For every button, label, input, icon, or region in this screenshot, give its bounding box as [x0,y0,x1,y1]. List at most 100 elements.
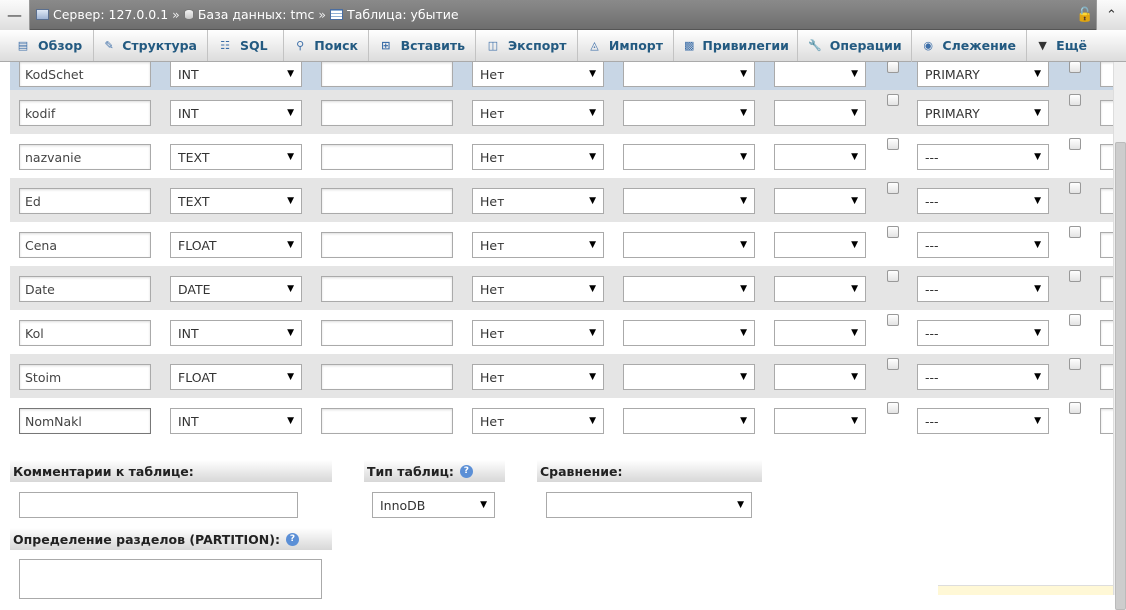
field-length-input[interactable] [321,232,453,258]
field-type-select[interactable]: INT ▼ [170,61,302,87]
field-auto-increment-checkbox[interactable] [1069,94,1081,106]
field-collation-select[interactable]: ▼ [623,276,755,302]
field-length-input[interactable] [321,364,453,390]
field-collation-select[interactable]: ▼ [623,144,755,170]
field-attributes-select[interactable]: ▼ [774,61,866,87]
field-name-input[interactable]: NomNakl [19,408,151,434]
field-default-select[interactable]: Нет ▼ [472,100,604,126]
field-null-checkbox[interactable] [887,61,899,73]
table-comment-input[interactable] [19,492,298,518]
field-length-input[interactable] [321,276,453,302]
field-name-input[interactable]: Kol [19,320,151,346]
field-attributes-select[interactable]: ▼ [774,144,866,170]
field-collation-select[interactable]: ▼ [623,61,755,87]
field-null-checkbox[interactable] [887,314,899,326]
field-default-select[interactable]: Нет ▼ [472,144,604,170]
breadcrumb-database[interactable]: База данных: tmc [198,7,315,22]
field-default-select[interactable]: Нет ▼ [472,61,604,87]
field-type-select[interactable]: TEXT ▼ [170,144,302,170]
field-auto-increment-checkbox[interactable] [1069,270,1081,282]
help-icon[interactable]: ? [285,532,299,546]
field-default-select[interactable]: Нет ▼ [472,320,604,346]
field-null-checkbox[interactable] [887,226,899,238]
field-default-select[interactable]: Нет ▼ [472,276,604,302]
field-null-checkbox[interactable] [887,94,899,106]
field-attributes-select[interactable]: ▼ [774,320,866,346]
field-type-select[interactable]: TEXT ▼ [170,188,302,214]
field-auto-increment-checkbox[interactable] [1069,138,1081,150]
tab-import[interactable]: ◬ Импорт [578,29,674,62]
field-name-input[interactable]: nazvanie [19,144,151,170]
field-type-select[interactable]: DATE ▼ [170,276,302,302]
field-length-input[interactable] [321,408,453,434]
field-name-input[interactable]: Date [19,276,151,302]
field-null-checkbox[interactable] [887,138,899,150]
field-null-checkbox[interactable] [887,182,899,194]
tab-more[interactable]: ▼ Ещё [1027,30,1097,62]
collapse-up-icon[interactable]: ⌃ [1096,0,1126,30]
field-index-select[interactable]: PRIMARY ▼ [917,100,1049,126]
navigation-toggle-icon[interactable]: — [0,0,30,30]
field-collation-select[interactable]: ▼ [623,320,755,346]
breadcrumb-table[interactable]: Таблица: убытие [347,7,459,22]
field-name-input[interactable]: Stoim [19,364,151,390]
help-icon[interactable]: ? [459,464,473,478]
tab-tracking[interactable]: ◉ Слежение [912,29,1027,62]
tab-operations[interactable]: 🔧 Операции [798,29,912,62]
field-auto-increment-checkbox[interactable] [1069,61,1081,73]
field-type-select[interactable]: FLOAT ▼ [170,232,302,258]
field-type-select[interactable]: FLOAT ▼ [170,364,302,390]
field-collation-select[interactable]: ▼ [623,100,755,126]
field-collation-select[interactable]: ▼ [623,188,755,214]
field-null-checkbox[interactable] [887,402,899,414]
field-name-input[interactable]: kodif [19,100,151,126]
field-name-input[interactable]: Cena [19,232,151,258]
tab-search[interactable]: ⚲ Поиск [284,29,369,62]
field-default-select[interactable]: Нет ▼ [472,408,604,434]
table-collation-select[interactable]: ▼ [546,492,752,518]
scrollbar-thumb[interactable] [1115,142,1126,610]
tab-sql[interactable]: ☷ SQL [208,29,284,62]
field-length-input[interactable] [321,100,453,126]
field-attributes-select[interactable]: ▼ [774,408,866,434]
field-null-checkbox[interactable] [887,358,899,370]
field-type-select[interactable]: INT ▼ [170,320,302,346]
field-name-input[interactable]: KodSchet [19,61,151,87]
field-auto-increment-checkbox[interactable] [1069,314,1081,326]
field-length-input[interactable] [321,188,453,214]
field-default-select[interactable]: Нет ▼ [472,232,604,258]
field-auto-increment-checkbox[interactable] [1069,358,1081,370]
field-collation-select[interactable]: ▼ [623,364,755,390]
console-tab-edge[interactable] [938,585,1113,595]
field-index-select[interactable]: --- ▼ [917,188,1049,214]
field-name-input[interactable]: Ed [19,188,151,214]
tab-browse[interactable]: ▤ Обзор [6,29,94,62]
tab-insert[interactable]: ⊞ Вставить [369,29,476,62]
field-index-select[interactable]: --- ▼ [917,408,1049,434]
tab-structure[interactable]: ✎ Структура [94,29,208,62]
field-auto-increment-checkbox[interactable] [1069,226,1081,238]
field-attributes-select[interactable]: ▼ [774,232,866,258]
breadcrumb-server[interactable]: Сервер: 127.0.0.1 [53,7,168,22]
field-attributes-select[interactable]: ▼ [774,100,866,126]
field-type-select[interactable]: INT ▼ [170,408,302,434]
field-index-select[interactable]: --- ▼ [917,364,1049,390]
field-auto-increment-checkbox[interactable] [1069,402,1081,414]
partition-textarea[interactable] [19,559,322,599]
field-index-select[interactable]: --- ▼ [917,276,1049,302]
field-default-select[interactable]: Нет ▼ [472,364,604,390]
field-index-select[interactable]: --- ▼ [917,320,1049,346]
field-length-input[interactable] [321,144,453,170]
field-attributes-select[interactable]: ▼ [774,188,866,214]
field-null-checkbox[interactable] [887,270,899,282]
lock-icon[interactable]: 🔓 [1074,0,1096,30]
field-index-select[interactable]: PRIMARY ▼ [917,61,1049,87]
table-engine-select[interactable]: InnoDB ▼ [372,492,495,518]
field-attributes-select[interactable]: ▼ [774,364,866,390]
field-length-input[interactable] [321,320,453,346]
field-collation-select[interactable]: ▼ [623,408,755,434]
tab-export[interactable]: ◫ Экспорт [476,29,578,62]
field-collation-select[interactable]: ▼ [623,232,755,258]
field-length-input[interactable] [321,61,453,87]
vertical-scrollbar[interactable] [1113,62,1126,610]
